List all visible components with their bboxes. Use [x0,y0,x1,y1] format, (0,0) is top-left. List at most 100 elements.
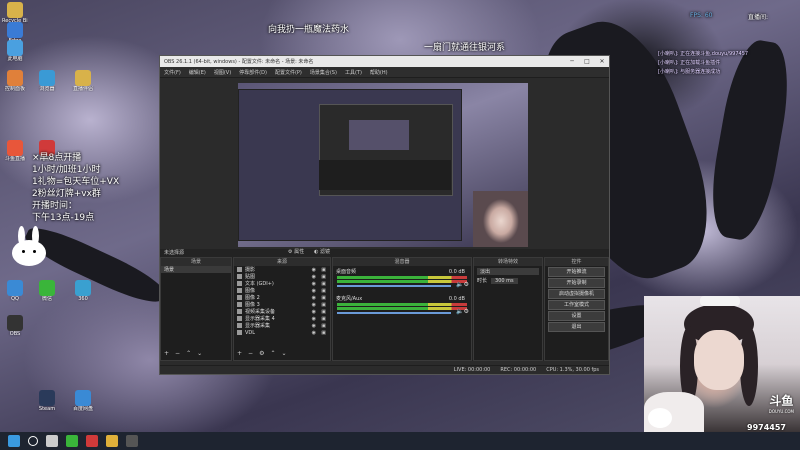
desktop-icon-label: 浏览器 [39,86,55,92]
eye-icon[interactable]: ◉ [312,267,316,273]
eye-icon[interactable]: ◉ [312,274,316,280]
app-icon [7,280,23,296]
volume-slider[interactable]: 🔈⚙ [337,308,469,315]
desktop-icon[interactable]: 百度网盘 [70,390,96,412]
lock-icon[interactable]: ▣ [321,295,326,301]
desktop-icon[interactable]: 斗鱼直播 [2,140,28,162]
gear-icon[interactable]: ⚙ [259,350,264,357]
app-icon [7,315,23,331]
duration-input[interactable]: 300 ms [491,277,518,284]
desktop-icon[interactable]: Recycle Bin [2,2,28,24]
eye-icon[interactable]: ◉ [312,281,316,287]
close-icon[interactable]: ✕ [595,56,609,67]
add-icon[interactable]: + [164,350,169,357]
chat-icon[interactable] [66,435,78,447]
add-icon[interactable]: + [237,350,242,357]
menu-tools[interactable]: 工具(T) [345,69,362,76]
desktop-icon-label: Steam [38,406,56,412]
settings-button[interactable]: 设置 [548,311,605,321]
menu-profile[interactable]: 配置文件(P) [275,69,302,76]
desktop-icon[interactable]: 360 [70,280,96,302]
desktop-icon[interactable]: 微信 [34,280,60,302]
source-item[interactable]: 显示器采集 4 ◉ ▣ [234,315,330,322]
app-icon [7,40,23,56]
lock-icon[interactable]: ▣ [321,316,326,322]
remove-icon[interactable]: − [175,350,180,357]
lock-icon[interactable]: ▣ [321,288,326,294]
app-icon [7,22,23,38]
up-icon[interactable]: ⌃ [186,350,191,357]
menu-file[interactable]: 文件(F) [164,69,181,76]
source-item[interactable]: 文本 (GDI+) ◉ ▣ [234,280,330,287]
obs-menubar: 文件(F) 编辑(E) 视图(V) 停靠部件(D) 配置文件(P) 场景集合(S… [160,67,609,78]
source-type-icon [237,295,242,300]
eye-icon[interactable]: ◉ [312,288,316,294]
lock-icon[interactable]: ▣ [321,309,326,315]
scene-item[interactable]: 场景 [161,266,231,273]
eye-icon[interactable]: ◉ [312,302,316,308]
source-item[interactable]: 视频采集设备 ◉ ▣ [234,308,330,315]
remove-icon[interactable]: − [248,350,253,357]
source-item[interactable]: 贴图 ◉ ▣ [234,273,330,280]
properties-button[interactable]: ⚙ 属性 [288,248,304,255]
minimize-icon[interactable]: ─ [565,56,579,67]
start-recording-button[interactable]: 开始录制 [548,278,605,288]
source-item[interactable]: 图像 3 ◉ ▣ [234,301,330,308]
audio-meter [337,280,467,283]
search-icon[interactable] [28,436,38,446]
desktop-icon[interactable]: OBS [2,315,28,337]
obs-titlebar[interactable]: OBS 26.1.1 (64-bit, windows) - 配置文件: 未命名… [160,56,609,67]
start-virtual-camera-button[interactable]: 启动虚拟摄像机 [548,289,605,299]
taskview-icon[interactable] [46,435,58,447]
menu-edit[interactable]: 编辑(E) [189,69,206,76]
netease-icon[interactable] [86,435,98,447]
lock-icon[interactable]: ▣ [321,323,326,329]
start-icon[interactable] [8,435,20,447]
transition-select[interactable]: 淡出 [477,268,539,275]
source-item[interactable]: 显示器采集 ◉ ▣ [234,322,330,329]
lock-icon[interactable]: ▣ [321,267,326,273]
folder-icon[interactable] [106,435,118,447]
desktop-icon[interactable]: 浏览器 [34,70,60,92]
lock-icon[interactable]: ▣ [321,281,326,287]
up-icon[interactable]: ⌃ [270,350,275,357]
eye-icon[interactable]: ◉ [312,316,316,322]
lock-icon[interactable]: ▣ [321,274,326,280]
lock-icon[interactable]: ▣ [321,302,326,308]
desktop-icon[interactable]: QQ [2,280,28,302]
start-streaming-button[interactable]: 开始推流 [548,267,605,277]
filters-button[interactable]: ◐ 滤镜 [314,248,330,255]
volume-slider[interactable]: 🔈⚙ [337,281,469,288]
menu-view[interactable]: 视图(V) [214,69,231,76]
down-icon[interactable]: ⌄ [197,350,202,357]
source-item[interactable]: 图像 2 ◉ ▣ [234,294,330,301]
desktop-icon[interactable]: 直播伴侣 [70,70,96,92]
source-type-icon [237,281,242,286]
desktop-icon[interactable]: 控制面板 [2,70,28,92]
obs-window[interactable]: OBS 26.1.1 (64-bit, windows) - 配置文件: 未命名… [159,55,610,375]
eye-icon[interactable]: ◉ [312,295,316,301]
desktop-icon[interactable]: 此电脑 [2,40,28,62]
source-type-icon [237,274,242,279]
desktop-icon[interactable]: Steam [34,390,60,412]
lock-icon[interactable]: ▣ [321,330,326,336]
menu-help[interactable]: 帮助(H) [370,69,388,76]
obs-icon[interactable] [126,435,138,447]
taskbar [0,432,800,450]
down-icon[interactable]: ⌄ [281,350,286,357]
menu-docks[interactable]: 停靠部件(D) [239,69,267,76]
eye-icon[interactable]: ◉ [312,330,316,336]
eye-icon[interactable]: ◉ [312,323,316,329]
menu-scene-collection[interactable]: 场景集合(S) [310,69,337,76]
obs-preview[interactable] [238,83,528,247]
studio-mode-button[interactable]: 工作室模式 [548,300,605,310]
bunny-sticker [8,226,50,268]
source-item[interactable]: 图像 ◉ ▣ [234,287,330,294]
maximize-icon[interactable]: □ [580,56,594,67]
source-item[interactable]: 摄影 ◉ ▣ [234,266,330,273]
exit-button[interactable]: 退出 [548,322,605,332]
source-item[interactable]: VDL ◉ ▣ [234,329,330,336]
desktop-icon-label: 360 [78,296,88,302]
source-label: 显示器采集 4 [245,316,275,322]
eye-icon[interactable]: ◉ [312,309,316,315]
